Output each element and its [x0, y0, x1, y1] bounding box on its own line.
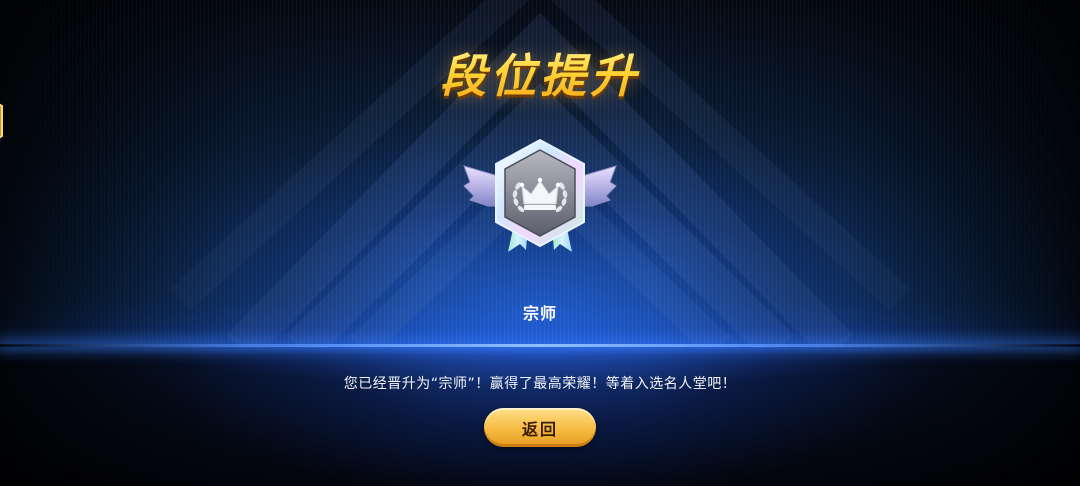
rank-up-screen: 段位提升 宗师 您已经晋升为“宗师”！赢得了最高荣耀！等着入选名人堂吧！ 返回 [0, 0, 1080, 486]
stage-light-line [0, 344, 1080, 347]
promotion-message: 您已经晋升为“宗师”！赢得了最高荣耀！等着入选名人堂吧！ [343, 376, 737, 392]
grandmaster-crown-badge-icon [463, 138, 617, 252]
back-button[interactable]: 返回 [484, 408, 596, 447]
page-title: 段位提升 [0, 40, 1080, 106]
rank-name: 宗师 [522, 304, 557, 323]
